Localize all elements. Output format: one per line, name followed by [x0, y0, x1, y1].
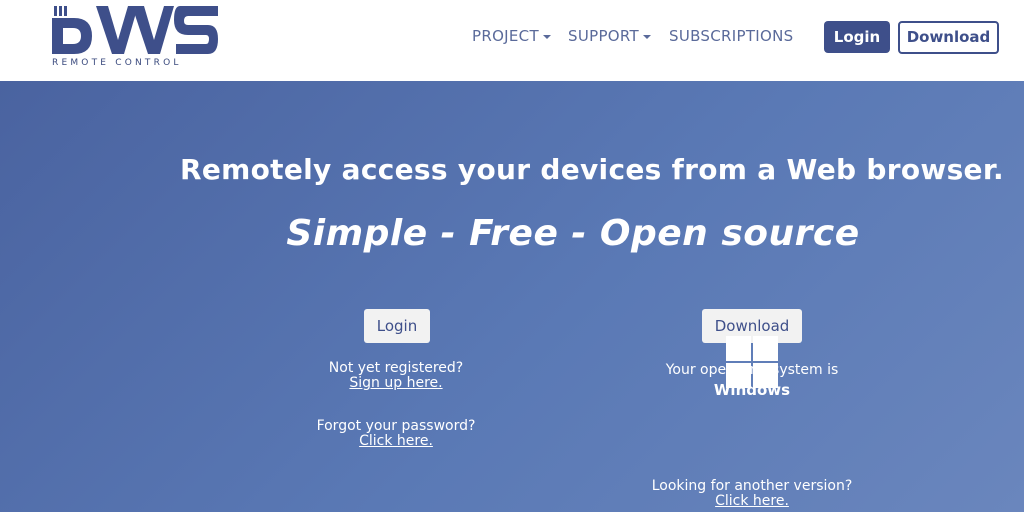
caret-down-icon	[643, 34, 651, 39]
nav-project[interactable]: PROJECT	[472, 27, 551, 45]
dws-logo[interactable]: REMOTE CONTROL	[52, 6, 222, 72]
other-version-text: Looking for another version?	[651, 478, 853, 494]
nav-support-label: SUPPORT	[568, 27, 639, 45]
windows-icon-pane	[753, 336, 778, 361]
hero-section: Remotely access your devices from a Web …	[0, 81, 1024, 512]
login-button[interactable]: Login	[364, 309, 430, 343]
forgot-password-link[interactable]: Click here.	[296, 433, 496, 449]
windows-icon-pane	[726, 336, 751, 361]
windows-icon-pane	[726, 363, 751, 388]
forgot-password-text: Forgot your password?	[316, 418, 476, 434]
windows-icon-pane	[753, 363, 778, 388]
nav-download-button[interactable]: Download	[898, 21, 999, 54]
windows-icon	[726, 336, 778, 388]
dws-logo-mark	[52, 6, 218, 54]
nav-subscriptions[interactable]: SUBSCRIPTIONS	[669, 27, 793, 45]
other-version-link[interactable]: Click here.	[652, 493, 852, 509]
signup-link[interactable]: Sign up here.	[296, 375, 496, 391]
caret-down-icon	[542, 34, 551, 39]
nav-project-label: PROJECT	[472, 27, 539, 45]
not-registered-text: Not yet registered?	[328, 360, 464, 376]
logo-subtitle: REMOTE CONTROL	[52, 58, 182, 68]
navbar: REMOTE CONTROL PROJECT SUPPORT SUBSCRIPT…	[0, 0, 1024, 81]
nav-support[interactable]: SUPPORT	[568, 27, 651, 45]
hero-tagline: Simple - Free - Open source	[286, 213, 860, 254]
hero-headline: Remotely access your devices from a Web …	[180, 153, 1004, 186]
nav-overflow-item[interactable]	[1016, 26, 1024, 46]
nav-login-button[interactable]: Login	[824, 21, 890, 53]
